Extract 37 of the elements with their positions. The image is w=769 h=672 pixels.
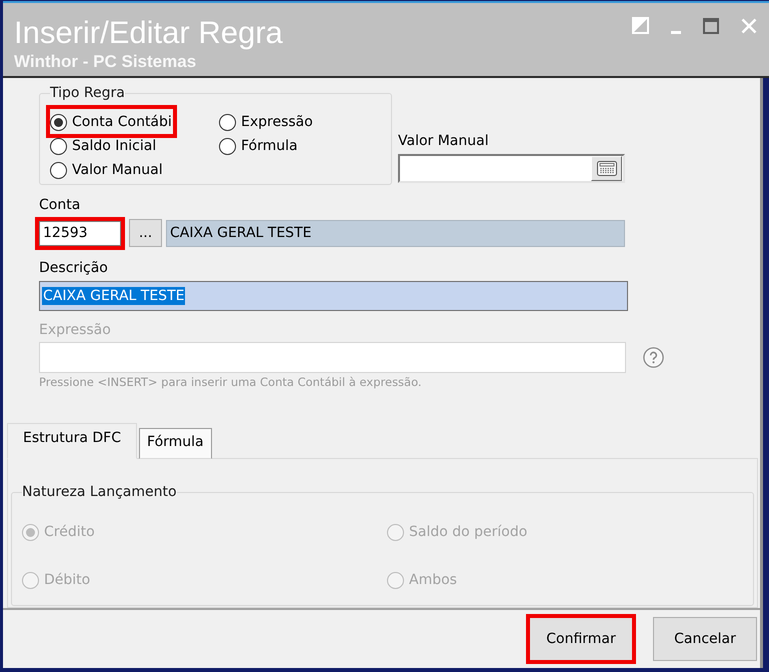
radio-button[interactable] (219, 138, 236, 154)
calculator-icon (596, 161, 616, 176)
half-filled-square-icon[interactable] (632, 17, 649, 34)
radio-button[interactable] (50, 114, 67, 130)
dialog-button[interactable]: Confirmar (529, 617, 633, 661)
field-label: Expressão (39, 322, 111, 339)
radio-button[interactable] (50, 162, 67, 178)
description-field[interactable]: CAIXA GERAL TESTE (39, 281, 628, 311)
account-name-field: CAIXA GERAL TESTE (166, 220, 625, 246)
field-label: Descrição (39, 260, 108, 277)
radio-label: Ambos (409, 572, 457, 588)
group-label: Natureza Lançamento (22, 484, 177, 501)
tab[interactable]: Estrutura DFC (7, 423, 138, 459)
field-label: Valor Manual (398, 133, 489, 150)
radio-button[interactable] (219, 114, 236, 130)
radio-label: Crédito (44, 524, 95, 540)
radio-label: Fórmula (241, 138, 298, 154)
window-title: Inserir/Editar Regra (14, 17, 283, 48)
help-icon[interactable] (643, 347, 664, 368)
radio-button[interactable] (50, 138, 67, 154)
close-icon[interactable] (741, 18, 757, 34)
radio-label: Valor Manual (72, 162, 163, 178)
hint-text: Pressione <INSERT> para inserir uma Conta Contábil à expressão. (39, 375, 422, 390)
radio-label: Saldo do período (409, 524, 528, 540)
tab[interactable]: Fórmula (139, 428, 212, 459)
radio-label: Saldo Inicial (72, 138, 156, 154)
calculator-button[interactable] (591, 156, 622, 181)
dialog-button[interactable]: Cancelar (653, 617, 757, 661)
lookup-button[interactable]: ... (129, 219, 162, 247)
radio-label: Conta Contábi (72, 114, 172, 130)
radio-label: Débito (44, 572, 90, 588)
value-input-field[interactable] (398, 154, 625, 183)
group-label: Tipo Regra (50, 85, 125, 102)
field-label: Conta (39, 197, 80, 214)
maximize-icon[interactable] (703, 18, 719, 34)
radio-label: Expressão (241, 114, 313, 130)
account-code-field[interactable]: 12593 (39, 220, 121, 246)
